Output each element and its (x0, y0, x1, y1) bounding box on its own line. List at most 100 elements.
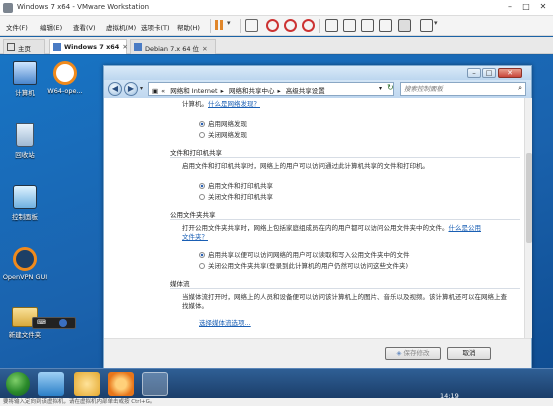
maximize-icon[interactable]: □ (519, 2, 533, 11)
network-discovery-desc: 计算机。什么是网络发现？ (182, 100, 260, 108)
menu-tabs[interactable]: 选项卡(T) (141, 22, 170, 32)
scrollbar-thumb[interactable] (526, 153, 532, 243)
desktop-icon-recycle-bin[interactable]: 回收站 (0, 123, 50, 159)
desktop-icon-label: 计算机 (15, 89, 35, 97)
desktop-icon-label: 新建文件夹 (8, 331, 42, 339)
tab-windows7[interactable]: Windows 7 x64 ✕ (49, 39, 128, 54)
menu-vm[interactable]: 虚拟机(M) (106, 22, 136, 32)
explorer-icon[interactable] (38, 372, 64, 396)
media-streaming-desc: 当媒体流打开时，网络上的人员和设备便可以访问该计算机上的图片、音乐以及视频。该计… (182, 293, 507, 310)
language-bar[interactable]: ⌨ (32, 317, 76, 329)
vm-icon (53, 43, 61, 51)
tab-home[interactable]: 主页 (3, 39, 45, 54)
media-streaming-options-link[interactable]: 选择媒体流选项... (199, 319, 499, 328)
desktop-icon-label: 控制面板 (12, 213, 38, 221)
tab-label: 主页 (18, 45, 31, 53)
console-view-icon[interactable] (361, 19, 374, 32)
vm-icon (134, 43, 142, 51)
menu-file[interactable]: 文件(F) (6, 22, 28, 32)
network-discovery-help-link[interactable]: 什么是网络发现？ (208, 100, 260, 108)
openvpn-icon (13, 247, 37, 271)
search-input[interactable] (404, 85, 514, 93)
desktop-icon-openvpn-installer[interactable]: W64-ope... (40, 61, 90, 95)
radio-selected-icon (199, 121, 205, 127)
save-changes-button[interactable]: ◈ 保存修改 (385, 347, 441, 360)
radio-unselected-icon (199, 263, 205, 269)
help-icon (59, 319, 67, 327)
chevron-down-icon[interactable]: ▾ (140, 85, 143, 92)
public-folder-desc: 打开公用文件夹共享时，网络上包括家庭组成员在内的用户都可以访问公用文件夹中的文件… (182, 224, 481, 241)
full-screen-icon[interactable] (325, 19, 338, 32)
menu-view[interactable]: 查看(V) (73, 22, 96, 32)
toolbar-separator (210, 19, 211, 33)
search-icon[interactable]: ⌕ (518, 84, 522, 93)
chevron-down-icon[interactable]: ▾ (434, 19, 447, 32)
guest-desktop: 计算机 W64-ope... 回收站 控制面板 OpenVPN GUI 新建文件… (0, 55, 553, 368)
media-player-icon[interactable] (108, 372, 134, 396)
vmware-title-bar: Windows 7 x64 - VMware Workstation – □ ✕ (0, 0, 553, 16)
chevron-down-icon[interactable]: ▾ (227, 19, 240, 32)
minimize-icon[interactable]: – (467, 68, 481, 78)
close-icon[interactable]: ✕ (536, 2, 550, 11)
breadcrumb-item[interactable]: 网络和 Internet (170, 87, 217, 95)
close-icon[interactable]: ✕ (498, 68, 522, 78)
breadcrumb-item[interactable]: 高级共享设置 (286, 87, 325, 95)
maximize-icon[interactable]: □ (482, 68, 496, 78)
vmware-app-icon (3, 3, 13, 13)
desktop-icon-label: OpenVPN GUI (2, 273, 48, 281)
breadcrumb[interactable]: ▣ « 网络和 Internet ▸ 网络和共享中心 ▸ 高级共享设置 (148, 82, 394, 96)
start-button[interactable] (6, 372, 30, 396)
search-box[interactable]: ⌕ (400, 82, 526, 96)
tab-close-icon[interactable]: ✕ (202, 45, 207, 53)
desktop-icon-label: 回收站 (15, 151, 35, 159)
control-panel-icon: ▣ (152, 87, 159, 95)
radio-disable-public-sharing[interactable]: 关闭公用文件夹共享(登录到此计算机的用户仍然可以访问这些文件夹) (199, 260, 408, 270)
radio-unselected-icon (199, 194, 205, 200)
menu-help[interactable]: 帮助(H) (177, 22, 200, 32)
menu-edit[interactable]: 编辑(E) (40, 22, 62, 32)
desktop-icon-openvpn-gui[interactable]: OpenVPN GUI (0, 247, 50, 281)
radio-disable-discovery[interactable]: 关闭网络发现 (199, 129, 247, 139)
radio-enable-file-sharing[interactable]: 启用文件和打印机共享 (199, 180, 273, 190)
home-icon (7, 43, 15, 51)
refresh-icon[interactable]: ↻ (387, 83, 394, 92)
breadcrumb-item[interactable]: 网络和共享中心 (229, 87, 275, 95)
desktop-icon-label: W64-ope... (47, 87, 83, 95)
minimize-icon[interactable]: – (503, 2, 517, 11)
pause-icon[interactable] (215, 20, 218, 30)
snapshot-manager-icon[interactable] (302, 19, 315, 32)
section-divider (170, 288, 520, 289)
radio-enable-public-sharing[interactable]: 启用共享以便可以访问网络的用户可以读取和写入公用文件夹中的文件 (199, 249, 410, 259)
library-icon[interactable] (74, 372, 100, 396)
computer-icon (13, 61, 37, 85)
window-title: Windows 7 x64 - VMware Workstation (17, 3, 150, 11)
chevron-down-icon[interactable]: ▾ (379, 85, 382, 92)
revert-snapshot-icon[interactable] (284, 19, 297, 32)
pause-icon[interactable] (220, 20, 223, 30)
scrollbar[interactable] (524, 98, 532, 338)
tab-close-icon[interactable]: ✕ (122, 43, 127, 51)
dialog-footer: ◈ 保存修改 取消 (104, 338, 531, 368)
vmware-status-bar: 要将输入定向到该虚拟机，请在虚拟机内部单击或按 Ctrl+G。 (0, 398, 553, 406)
snapshot-icon[interactable] (266, 19, 279, 32)
cancel-button[interactable]: 取消 (447, 347, 491, 360)
section-heading-media-streaming: 媒体流 (170, 280, 190, 288)
toolbar-separator (319, 19, 320, 33)
control-panel-icon[interactable] (142, 372, 168, 396)
radio-selected-icon (199, 252, 205, 258)
send-keys-icon[interactable] (245, 19, 258, 32)
radio-enable-discovery[interactable]: 启用网络发现 (199, 118, 247, 128)
terminal-icon[interactable] (398, 19, 411, 32)
thumbnail-icon[interactable] (379, 19, 392, 32)
tab-debian[interactable]: Debian 7.x 64 位 ✕ (130, 39, 216, 54)
window-caption: – □ ✕ (104, 66, 531, 80)
radio-disable-file-sharing[interactable]: 关闭文件和打印机共享 (199, 191, 273, 201)
stretch-icon[interactable] (420, 19, 433, 32)
tab-label: Debian 7.x 64 位 (145, 45, 200, 53)
keyboard-icon: ⌨ (37, 319, 46, 326)
section-heading-file-printer: 文件和打印机共享 (170, 149, 222, 157)
forward-icon[interactable]: ▶ (124, 82, 138, 96)
desktop-icon-control-panel[interactable]: 控制面板 (0, 185, 50, 221)
unity-icon[interactable] (343, 19, 356, 32)
back-icon[interactable]: ◀ (108, 82, 122, 96)
